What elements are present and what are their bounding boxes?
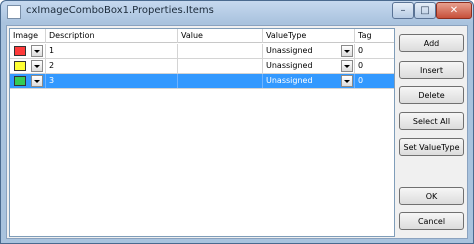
- close-icon: ✕: [449, 5, 459, 16]
- valuetype-dropdown-button[interactable]: [341, 60, 353, 72]
- dialog-window: cxImageComboBox1.Properties.Items – □ ✕ …: [0, 0, 474, 244]
- description-cell[interactable]: 1: [46, 44, 178, 58]
- minimize-icon: –: [400, 5, 406, 16]
- color-swatch-icon: [14, 46, 26, 56]
- image-dropdown-button[interactable]: [31, 45, 43, 57]
- table-row[interactable]: 1 Unassigned 0: [10, 44, 394, 59]
- value-cell[interactable]: [178, 74, 263, 88]
- column-header-tag[interactable]: Tag: [355, 29, 394, 43]
- image-cell[interactable]: [10, 44, 46, 58]
- cancel-button[interactable]: Cancel: [399, 212, 464, 230]
- tag-cell[interactable]: 0: [355, 74, 394, 88]
- image-dropdown-button[interactable]: [31, 60, 43, 72]
- set-valuetype-button[interactable]: Set ValueType: [399, 138, 464, 156]
- description-cell[interactable]: 3: [46, 74, 178, 88]
- maximize-icon: □: [420, 5, 430, 16]
- image-cell[interactable]: [10, 74, 46, 88]
- description-cell[interactable]: 2: [46, 59, 178, 73]
- color-swatch-icon: [14, 61, 26, 71]
- column-header-image[interactable]: Image: [10, 29, 46, 43]
- maximize-button[interactable]: □: [414, 2, 436, 19]
- color-swatch-icon: [14, 76, 26, 86]
- valuetype-text: Unassigned: [266, 46, 313, 55]
- tag-cell[interactable]: 0: [355, 59, 394, 73]
- window-title: cxImageComboBox1.Properties.Items: [26, 5, 214, 16]
- valuetype-dropdown-button[interactable]: [341, 45, 353, 57]
- dialog-client-area: Image Description Value ValueType Tag 1 …: [6, 25, 468, 239]
- valuetype-text: Unassigned: [266, 61, 313, 70]
- table-row-selected[interactable]: 3 Unassigned 0: [10, 74, 394, 89]
- minimize-button[interactable]: –: [392, 2, 414, 19]
- delete-button[interactable]: Delete: [399, 86, 464, 104]
- grid-header: Image Description Value ValueType Tag: [10, 29, 394, 43]
- valuetype-cell[interactable]: Unassigned: [263, 59, 355, 73]
- valuetype-cell[interactable]: Unassigned: [263, 74, 355, 88]
- column-header-description[interactable]: Description: [46, 29, 178, 43]
- items-grid[interactable]: Image Description Value ValueType Tag 1 …: [9, 28, 395, 237]
- insert-button[interactable]: Insert: [399, 61, 464, 79]
- close-button[interactable]: ✕: [436, 2, 472, 19]
- valuetype-dropdown-button[interactable]: [341, 75, 353, 87]
- table-row[interactable]: 2 Unassigned 0: [10, 59, 394, 74]
- select-all-button[interactable]: Select All: [399, 112, 464, 130]
- value-cell[interactable]: [178, 59, 263, 73]
- value-cell[interactable]: [178, 44, 263, 58]
- valuetype-text: Unassigned: [266, 76, 313, 85]
- image-dropdown-button[interactable]: [31, 75, 43, 87]
- valuetype-cell[interactable]: Unassigned: [263, 44, 355, 58]
- title-bar[interactable]: cxImageComboBox1.Properties.Items – □ ✕: [1, 1, 473, 23]
- window-icon: [7, 5, 21, 19]
- column-header-valuetype[interactable]: ValueType: [263, 29, 355, 43]
- column-header-value[interactable]: Value: [178, 29, 263, 43]
- tag-cell[interactable]: 0: [355, 44, 394, 58]
- ok-button[interactable]: OK: [399, 187, 464, 205]
- image-cell[interactable]: [10, 59, 46, 73]
- add-button[interactable]: Add: [399, 34, 464, 52]
